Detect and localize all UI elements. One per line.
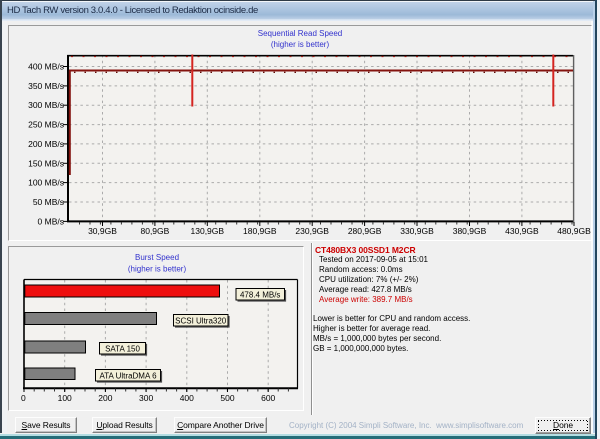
svg-text:500: 500: [220, 393, 234, 403]
svg-text:350 MB/s: 350 MB/s: [28, 81, 64, 91]
svg-text:SCSI Ultra320: SCSI Ultra320: [175, 317, 227, 326]
svg-text:ATA UltraDMA 6: ATA UltraDMA 6: [99, 372, 157, 381]
svg-text:180,9GB: 180,9GB: [243, 226, 277, 236]
svg-text:0 MB/s: 0 MB/s: [38, 216, 64, 226]
svg-text:400 MB/s: 400 MB/s: [28, 62, 64, 72]
svg-text:200: 200: [98, 393, 112, 403]
svg-text:0: 0: [21, 393, 26, 403]
svg-text:230,9GB: 230,9GB: [295, 226, 329, 236]
svg-text:330,9GB: 330,9GB: [400, 226, 434, 236]
svg-text:Burst Speed: Burst Speed: [135, 253, 179, 262]
svg-text:(higher is better): (higher is better): [271, 40, 330, 49]
svg-text:300 MB/s: 300 MB/s: [28, 100, 64, 110]
svg-text:(higher is better): (higher is better): [128, 265, 187, 274]
svg-text:600: 600: [261, 393, 275, 403]
svg-text:430,9GB: 430,9GB: [505, 226, 539, 236]
svg-text:50 MB/s: 50 MB/s: [33, 197, 64, 207]
svg-text:130,9GB: 130,9GB: [191, 226, 225, 236]
svg-text:80,9GB: 80,9GB: [140, 226, 169, 236]
svg-text:Sequential Read Speed: Sequential Read Speed: [258, 29, 343, 38]
svg-text:100: 100: [58, 393, 72, 403]
svg-text:150 MB/s: 150 MB/s: [28, 158, 64, 168]
svg-text:250 MB/s: 250 MB/s: [28, 120, 64, 130]
svg-text:200 MB/s: 200 MB/s: [28, 139, 64, 149]
svg-text:280,9GB: 280,9GB: [348, 226, 382, 236]
svg-text:478.4 MB/s: 478.4 MB/s: [240, 290, 280, 299]
svg-text:SATA 150: SATA 150: [105, 345, 140, 354]
svg-text:100 MB/s: 100 MB/s: [28, 178, 64, 188]
svg-text:30,9GB: 30,9GB: [88, 226, 117, 236]
svg-text:400: 400: [180, 393, 194, 403]
svg-text:300: 300: [139, 393, 153, 403]
svg-text:380,9GB: 380,9GB: [453, 226, 487, 236]
svg-text:480,9GB: 480,9GB: [557, 226, 591, 236]
